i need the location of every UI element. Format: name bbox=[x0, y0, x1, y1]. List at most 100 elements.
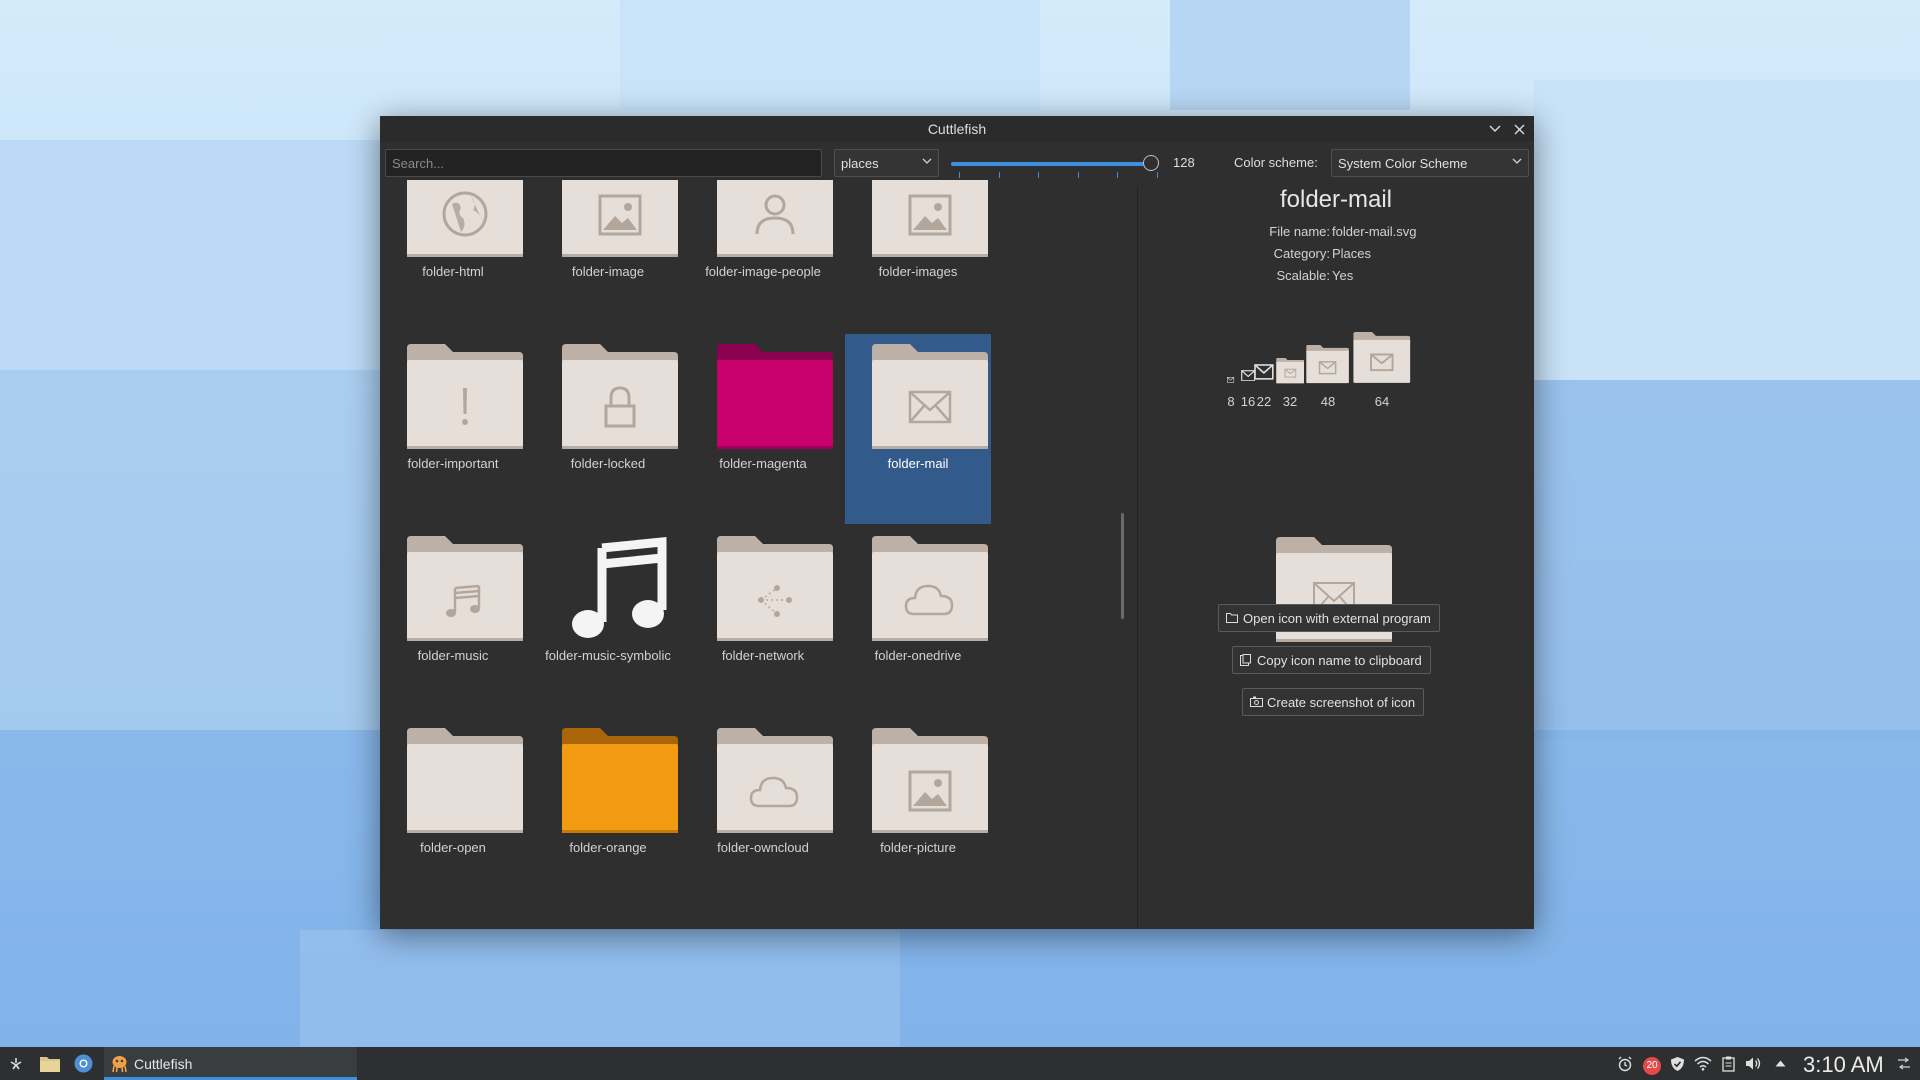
close-icon bbox=[1514, 124, 1524, 134]
icon-cell-folder-open[interactable]: folder-open bbox=[380, 718, 526, 908]
slider-tick bbox=[1038, 172, 1040, 178]
mail-folder-icon bbox=[1353, 332, 1411, 384]
icon-cell-folder-magenta[interactable]: folder-magenta bbox=[690, 334, 836, 524]
icon-size-slider[interactable] bbox=[951, 155, 1159, 178]
panel-config-icon[interactable] bbox=[1897, 1057, 1911, 1070]
mail-folder-icon bbox=[1306, 345, 1350, 384]
icon-cell-folder-onedrive[interactable]: folder-onedrive bbox=[845, 526, 991, 716]
clipboard-icon bbox=[1240, 654, 1251, 666]
icon-cell-folder-mail[interactable]: folder-mail bbox=[845, 334, 991, 524]
copy-name-label: Copy icon name to clipboard bbox=[1257, 653, 1422, 668]
icon-cell-folder-orange[interactable]: folder-orange bbox=[535, 718, 681, 908]
size-label: 32 bbox=[1282, 394, 1298, 409]
icon-cell-label: folder-magenta bbox=[719, 456, 807, 471]
icon-cell-folder-network[interactable]: folder-network bbox=[690, 526, 836, 716]
mail-icon bbox=[1227, 376, 1235, 383]
orange-folder-icon bbox=[562, 728, 678, 833]
person-folder-icon bbox=[717, 180, 833, 257]
icon-cell-folder-important[interactable]: folder-important bbox=[380, 334, 526, 524]
icon-cell-folder-music[interactable]: folder-music bbox=[380, 526, 526, 716]
scalable-label: Scalable: bbox=[1276, 268, 1330, 283]
icon-cell-label: folder-owncloud bbox=[717, 840, 809, 855]
task-item-cuttlefish[interactable]: Cuttlefish bbox=[104, 1047, 357, 1080]
slider-handle[interactable] bbox=[1143, 155, 1159, 171]
network-folder-icon bbox=[717, 536, 833, 641]
magenta-folder-icon bbox=[717, 344, 833, 449]
icon-size-value: 128 bbox=[1173, 155, 1195, 170]
notification-badge[interactable]: 20 bbox=[1643, 1057, 1661, 1075]
icon-grid[interactable]: folder-html folder-image folder-image-pe… bbox=[380, 180, 1137, 929]
search-input[interactable] bbox=[385, 149, 822, 177]
shield-icon[interactable] bbox=[1670, 1056, 1685, 1072]
category-label: Category: bbox=[1273, 246, 1330, 261]
wifi-icon[interactable] bbox=[1694, 1056, 1712, 1071]
copy-name-button[interactable]: Copy icon name to clipboard bbox=[1232, 646, 1431, 674]
scalable-value: Yes bbox=[1332, 268, 1354, 283]
mail-folder-icon bbox=[1275, 358, 1305, 384]
cloud-folder-icon bbox=[872, 536, 988, 641]
globe-folder-icon bbox=[407, 180, 523, 257]
clock[interactable]: 3:10 AM bbox=[1803, 1052, 1884, 1078]
icon-cell-folder-html[interactable]: folder-html bbox=[380, 180, 526, 332]
icon-cell-label: folder-image bbox=[571, 264, 645, 279]
browser-icon[interactable] bbox=[74, 1054, 93, 1073]
app-launcher-icon[interactable] bbox=[8, 1056, 24, 1072]
create-screenshot-button[interactable]: Create screenshot of icon bbox=[1242, 688, 1425, 716]
icon-cell-label: folder-locked bbox=[570, 456, 646, 471]
chevron-down-icon bbox=[1489, 125, 1501, 132]
cuttlefish-window: Cuttlefish places 128 Color scheme: Syst… bbox=[380, 116, 1534, 929]
icon-cell-label: folder-onedrive bbox=[874, 648, 962, 663]
cuttlefish-app-icon bbox=[112, 1056, 127, 1073]
minimize-button[interactable] bbox=[1485, 119, 1505, 139]
icon-cell-folder-music-symbolic[interactable]: folder-music-symbolic bbox=[535, 526, 681, 716]
category-select[interactable]: places bbox=[834, 149, 939, 177]
file-name-label: File name: bbox=[1269, 224, 1330, 239]
open-external-button[interactable]: Open icon with external program bbox=[1218, 604, 1440, 632]
file-manager-icon[interactable] bbox=[40, 1055, 60, 1072]
slider-fill bbox=[951, 162, 1151, 166]
chevron-down-icon bbox=[1512, 158, 1522, 164]
details-title: folder-mail bbox=[1279, 186, 1393, 213]
clipboard-tray-icon[interactable] bbox=[1722, 1056, 1735, 1072]
icon-cell-folder-owncloud[interactable]: folder-owncloud bbox=[690, 718, 836, 908]
icon-cell-label: folder-image-people bbox=[705, 264, 821, 279]
folder-open-icon bbox=[1226, 613, 1238, 623]
mail-icon bbox=[1240, 369, 1256, 381]
mail-icon bbox=[1254, 364, 1274, 380]
icon-cell-folder-image-people[interactable]: folder-image-people bbox=[690, 180, 836, 332]
lock-folder-icon bbox=[562, 344, 678, 449]
task-item-label: Cuttlefish bbox=[134, 1056, 193, 1072]
mail-folder-icon bbox=[872, 344, 988, 449]
icon-cell-folder-images[interactable]: folder-images bbox=[845, 180, 991, 332]
size-label: 64 bbox=[1374, 394, 1390, 409]
chevron-up-icon[interactable] bbox=[1775, 1060, 1786, 1067]
icon-cell-folder-locked[interactable]: folder-locked bbox=[535, 334, 681, 524]
category-select-value: places bbox=[841, 156, 879, 171]
exclaim-folder-icon bbox=[407, 344, 523, 449]
icon-cell-label: folder-picture bbox=[880, 840, 956, 855]
icon-cell-label: folder-music-symbolic bbox=[545, 648, 671, 663]
icon-cell-label: folder-network bbox=[721, 648, 805, 663]
size-label: 48 bbox=[1320, 394, 1336, 409]
grid-scrollbar[interactable] bbox=[1121, 513, 1124, 619]
close-button[interactable] bbox=[1509, 119, 1529, 139]
color-scheme-select[interactable]: System Color Scheme bbox=[1331, 149, 1529, 177]
category-value: Places bbox=[1332, 246, 1372, 261]
alarm-icon[interactable] bbox=[1617, 1056, 1633, 1072]
slider-tick bbox=[1157, 172, 1158, 178]
volume-icon[interactable] bbox=[1745, 1056, 1761, 1071]
title-bar[interactable]: Cuttlefish bbox=[380, 116, 1534, 142]
slider-tick bbox=[998, 172, 1000, 178]
icon-cell-folder-picture[interactable]: folder-picture bbox=[845, 718, 991, 908]
music-note-icon bbox=[572, 537, 667, 638]
icon-cell-folder-image[interactable]: folder-image bbox=[535, 180, 681, 332]
color-scheme-label: Color scheme: bbox=[1234, 155, 1318, 170]
icon-cell-label: folder-open bbox=[420, 840, 486, 855]
create-screenshot-label: Create screenshot of icon bbox=[1267, 695, 1416, 710]
taskbar: Cuttlefish 20 3:10 AM bbox=[0, 1047, 1920, 1080]
icon-cell-label: folder-music bbox=[417, 648, 489, 663]
icon-cell-label: folder-orange bbox=[569, 840, 647, 855]
icon-cell-label: folder-important bbox=[407, 456, 499, 471]
icon-cell-label: folder-mail bbox=[887, 456, 949, 471]
icon-cell-label: folder-html bbox=[422, 264, 484, 279]
